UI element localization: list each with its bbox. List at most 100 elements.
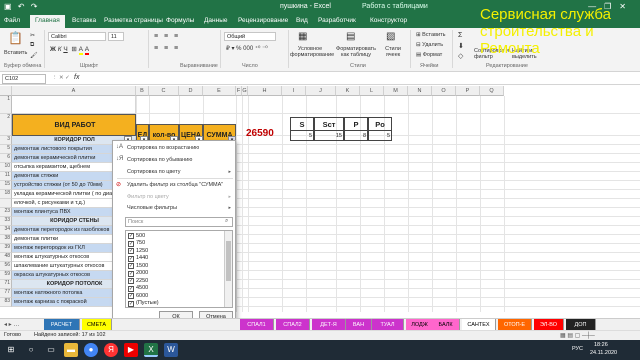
clock-date[interactable]: 24.11.2020 — [590, 350, 617, 356]
row-number[interactable]: 71 — [0, 280, 12, 289]
tab-design[interactable]: Конструктор — [370, 17, 407, 24]
row-number[interactable] — [0, 199, 12, 208]
tab-page-layout[interactable]: Разметка страницы — [104, 17, 163, 24]
borders-icon[interactable]: ⊞ — [71, 46, 76, 53]
undo-icon[interactable]: ↶ — [18, 2, 27, 11]
checkbox[interactable]: ✓ — [128, 270, 134, 277]
formula-input[interactable] — [86, 74, 638, 84]
tab-review[interactable]: Рецензирование — [238, 17, 288, 24]
table-cell-work[interactable]: ВИД РАБОТ — [12, 114, 136, 136]
excel-icon[interactable]: X — [144, 343, 158, 357]
conditional-format-icon[interactable]: ▦ — [298, 31, 307, 42]
yandex-icon[interactable]: Я — [104, 343, 118, 357]
column-header[interactable]: O — [432, 86, 456, 96]
fx-icon[interactable]: fx — [74, 74, 79, 81]
menu-sort-descending[interactable]: Сортировка по убыванию — [127, 157, 192, 163]
paste-button[interactable]: Вставить — [4, 50, 27, 56]
row-number[interactable]: 38 — [0, 235, 12, 244]
view-buttons[interactable]: ▦ ▤ ▢ ─┼─ — [560, 332, 595, 339]
chrome-icon[interactable]: ● — [84, 343, 98, 357]
filter-value-item[interactable]: 2250 — [136, 278, 148, 284]
filter-value-item[interactable]: 500 — [136, 233, 145, 239]
italic-icon[interactable]: К — [58, 46, 62, 53]
align-top-icons[interactable]: ≡ ≡ ≡ — [154, 33, 180, 40]
clock-time[interactable]: 18:26 — [594, 342, 608, 348]
checkbox[interactable]: ✓ — [128, 240, 134, 247]
select-all-corner[interactable] — [0, 86, 12, 96]
menu-sort-ascending[interactable]: Сортировка по возрастанию — [127, 145, 199, 151]
column-header[interactable]: L — [360, 86, 384, 96]
language-indicator[interactable]: РУС — [572, 346, 583, 352]
filter-value-item[interactable]: 750 — [136, 240, 145, 246]
worksheet-grid[interactable]: ABCDEFGHIJKLMNOPQ 1 2 ВИД РАБОТ 3 КОРИДОР ПО… — [0, 86, 640, 312]
row-number[interactable]: 15 — [0, 181, 12, 190]
column-header[interactable]: K — [336, 86, 360, 96]
copy-icon[interactable]: ⧉ — [30, 42, 34, 49]
menu-number-filters[interactable]: Числовые фильтры — [127, 205, 177, 211]
fill-icon[interactable]: ⬇ — [458, 42, 464, 50]
row-number[interactable]: 3 — [0, 136, 12, 145]
filter-value-item[interactable]: (Пустые) — [136, 300, 159, 306]
checkbox[interactable]: ✓ — [128, 233, 134, 239]
filter-value-item[interactable]: 1500 — [136, 263, 148, 269]
column-header[interactable]: E — [203, 86, 236, 96]
sheet-nav-icon[interactable]: ◂ ▸ … — [4, 321, 19, 328]
format-as-table-button[interactable]: Форматировать как таблицу — [334, 46, 378, 58]
underline-icon[interactable]: Ч — [63, 46, 67, 53]
row-number[interactable]: 23 — [0, 208, 12, 217]
filter-value-item[interactable]: 1440 — [136, 255, 148, 261]
column-header[interactable]: H — [248, 86, 282, 96]
checkbox[interactable]: ✓ — [128, 278, 134, 284]
table-cell-work[interactable] — [12, 96, 136, 114]
row-number[interactable]: 48 — [0, 253, 12, 262]
cell-styles-icon[interactable]: ▧ — [386, 31, 395, 42]
clear-icon[interactable]: ◇ — [458, 52, 463, 60]
font-size-box[interactable]: 11 — [108, 32, 124, 41]
font-name-box[interactable]: Calibri — [48, 32, 106, 41]
delete-cells-button[interactable]: ⊟ Удалить — [416, 42, 443, 48]
column-header[interactable]: D — [179, 86, 203, 96]
row-number[interactable]: 33 — [0, 217, 12, 226]
windows-start-icon[interactable]: ⊞ — [4, 343, 18, 357]
quick-access-toolbar[interactable]: ▣ ↶ ↷ — [4, 2, 39, 11]
font-style-buttons[interactable]: Ж К Ч ⊞ A A — [50, 45, 90, 55]
tab-insert[interactable]: Вставка — [72, 17, 96, 24]
number-format-buttons[interactable]: ₽ ▾ % 000 ⁺⁰ ⁻⁰ — [226, 45, 268, 52]
autosum-icon[interactable]: Σ — [458, 32, 462, 39]
column-header[interactable]: A — [12, 86, 136, 96]
explorer-icon[interactable]: ▬ — [64, 343, 78, 357]
row-number[interactable]: 59 — [0, 271, 12, 280]
insert-cells-button[interactable]: ⊞ Вставить — [416, 32, 445, 38]
task-view-icon[interactable]: ▭ — [44, 343, 58, 357]
column-header[interactable]: J — [306, 86, 336, 96]
tab-file[interactable]: Файл — [4, 17, 20, 24]
youtube-icon[interactable]: ▶ — [124, 343, 138, 357]
tab-formulas[interactable]: Формулы — [166, 17, 194, 24]
list-scrollbar[interactable] — [224, 231, 232, 307]
checkbox[interactable]: ✓ — [128, 248, 134, 254]
tab-home[interactable]: Главная — [30, 15, 65, 28]
column-header[interactable]: B — [136, 86, 149, 96]
number-format-box[interactable]: Общий — [224, 32, 276, 41]
word-icon[interactable]: W — [164, 343, 178, 357]
tab-view[interactable]: Вид — [296, 17, 308, 24]
tab-developer[interactable]: Разработчик — [318, 17, 356, 24]
row-number[interactable]: 2 — [0, 114, 12, 136]
checkbox[interactable]: ✓ — [128, 293, 134, 299]
fill-color-icon[interactable]: A — [78, 46, 83, 55]
format-as-table-icon[interactable]: ▤ — [346, 31, 355, 42]
checkbox[interactable]: ✓ — [128, 300, 134, 307]
column-header[interactable]: C — [149, 86, 179, 96]
column-header[interactable]: I — [282, 86, 306, 96]
bold-icon[interactable]: Ж — [50, 46, 56, 53]
row-number[interactable]: 39 — [0, 244, 12, 253]
conditional-format-button[interactable]: Условное форматирование — [290, 46, 334, 58]
filter-values-list[interactable]: ✓ 500 ✓ 750 ✓ 1250 ✓ 1440 ✓ 1500 ✓ 2000 ✓ 2250 ✓ 4500 ✓ 6… — [125, 230, 233, 308]
row-number[interactable]: 77 — [0, 289, 12, 298]
checkbox[interactable]: ✓ — [128, 285, 134, 292]
row-number[interactable]: 6 — [0, 154, 12, 163]
formula-cancel-icon[interactable]: ⋮ ✕ ✓ — [52, 75, 70, 81]
column-header[interactable]: N — [408, 86, 432, 96]
redo-icon[interactable]: ↷ — [31, 2, 40, 11]
row-number[interactable]: 11 — [0, 172, 12, 181]
